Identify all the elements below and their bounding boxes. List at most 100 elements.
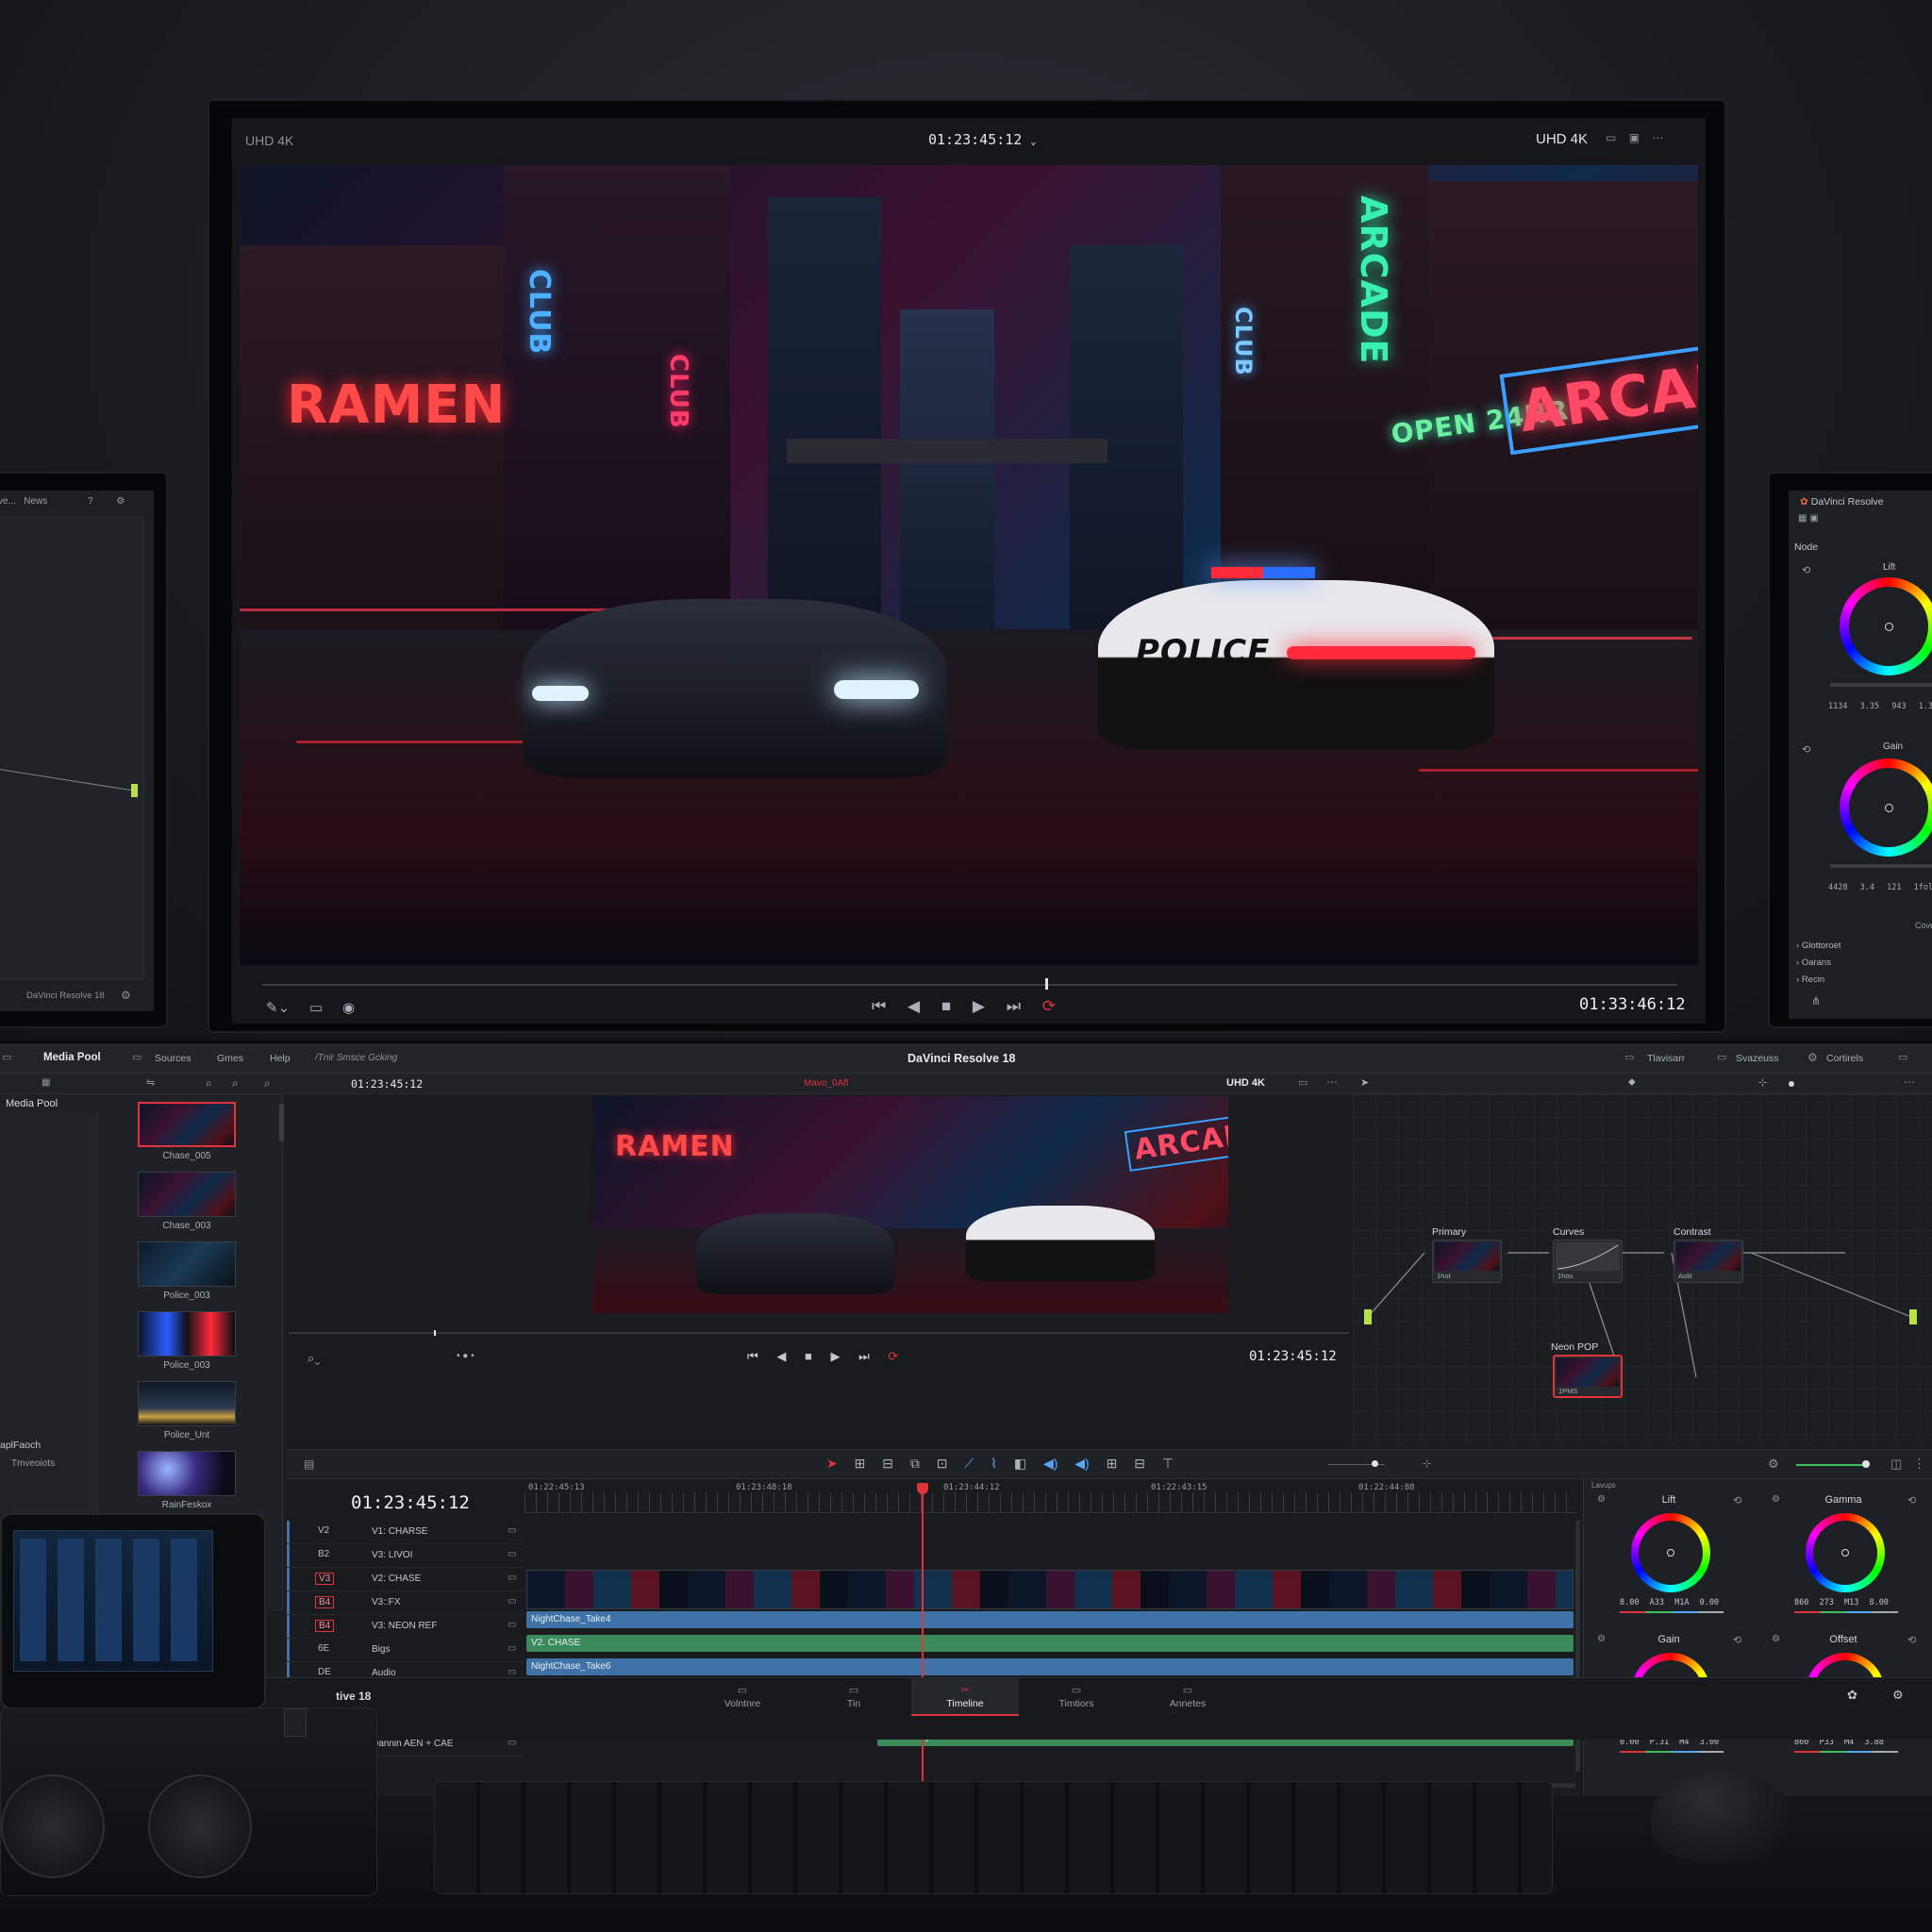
slider-knob[interactable]: [1789, 1081, 1794, 1087]
clip-name[interactable]: Mavo_0Afl: [804, 1078, 848, 1089]
audio-icon[interactable]: ◉: [342, 999, 355, 1016]
play-reverse-icon[interactable]: ◀: [908, 997, 920, 1016]
link-icon[interactable]: ⊹: [1758, 1076, 1767, 1089]
page-tab[interactable]: ▭ Tin: [800, 1678, 908, 1716]
clip-thumbnail[interactable]: [138, 1241, 236, 1287]
volume-slider[interactable]: [1796, 1464, 1866, 1466]
reset-icon[interactable]: ⟲: [1802, 564, 1810, 576]
stamp-icon[interactable]: ⊤: [1162, 1456, 1174, 1472]
chevron-down-icon[interactable]: ⌄: [1030, 137, 1036, 147]
pk-icon[interactable]: ▭: [1606, 131, 1616, 144]
list-item[interactable]: › Recin: [1796, 972, 1841, 989]
pointer-icon[interactable]: ➤: [1360, 1076, 1369, 1089]
marker-icon[interactable]: ⊞: [1107, 1456, 1118, 1472]
menu-path[interactable]: /Tnir Smsce Gcking: [315, 1053, 397, 1063]
skip-forward-icon[interactable]: ⏭: [858, 1349, 870, 1364]
blade-tool-icon[interactable]: ⧉: [910, 1456, 920, 1472]
page-tab[interactable]: ▭ Volntnre: [689, 1678, 796, 1716]
wheel-puck[interactable]: [1885, 623, 1893, 631]
dynamic-trim-icon[interactable]: ⊟: [882, 1456, 893, 1472]
flag-icon[interactable]: ◧: [1014, 1456, 1026, 1472]
more-icon[interactable]: ⋯: [1652, 131, 1663, 144]
page-tab[interactable]: ▭ Annetes: [1134, 1678, 1241, 1716]
settings-icon[interactable]: ⚙: [116, 496, 125, 507]
wheel-slider[interactable]: [1830, 864, 1932, 868]
resolve-logo-icon[interactable]: ✿: [1847, 1688, 1857, 1703]
jog-button[interactable]: [284, 1708, 307, 1737]
settings-icon[interactable]: ⚙: [1768, 1457, 1779, 1472]
select-tool-icon[interactable]: ➤: [826, 1456, 838, 1472]
reset-icon[interactable]: ⟲: [1733, 1494, 1741, 1507]
grid-icon[interactable]: ⊟: [1134, 1456, 1145, 1472]
link-icon[interactable]: ◀): [1043, 1456, 1058, 1472]
node-icon[interactable]: ⋔: [1811, 994, 1821, 1008]
video-filmstrip[interactable]: [526, 1570, 1574, 1609]
tablet-buttons[interactable]: [20, 1539, 208, 1661]
reset-icon[interactable]: ⟲: [1907, 1634, 1916, 1646]
track-id[interactable]: B2: [315, 1549, 332, 1559]
gain-color-wheel[interactable]: [1840, 758, 1932, 857]
skip-back-icon[interactable]: ⏮: [747, 1349, 758, 1364]
lift-color-wheel[interactable]: [1840, 577, 1932, 675]
menu-help[interactable]: Help: [270, 1053, 291, 1064]
view-icon[interactable]: ⇋: [146, 1076, 155, 1089]
zoom-icon[interactable]: ⌕⌄: [308, 1351, 320, 1366]
node-curves[interactable]: 1hos: [1553, 1240, 1623, 1283]
clip-thumbnail[interactable]: [138, 1102, 236, 1147]
edit-viewer-frame[interactable]: RAMEN ARCADE: [592, 1096, 1228, 1313]
track-id[interactable]: 6E: [315, 1643, 332, 1654]
mouse[interactable]: [1651, 1772, 1792, 1864]
color-wheel[interactable]: [1806, 1513, 1885, 1592]
node-primary[interactable]: 1hot: [1432, 1240, 1502, 1283]
bin-item[interactable]: Tmveoiots: [11, 1458, 55, 1469]
link-icon[interactable]: ⊹: [1423, 1457, 1431, 1470]
window-icon[interactable]: ▭: [2, 1051, 11, 1063]
track-header[interactable]: V3 V2: CHASE ▭: [287, 1568, 525, 1591]
grid-icon[interactable]: ▦: [42, 1077, 50, 1088]
timeline-clip[interactable]: NightChase_Take6: [526, 1658, 1574, 1675]
razor-icon[interactable]: ⟋: [964, 1456, 974, 1472]
loop-icon[interactable]: ⟳: [888, 1349, 898, 1364]
panel-icon[interactable]: ◫: [1890, 1457, 1902, 1472]
pointer-icon[interactable]: ⬥: [1628, 1076, 1636, 1089]
more-icon[interactable]: ⋮: [1913, 1457, 1925, 1472]
clip-thumbnail[interactable]: [138, 1451, 236, 1496]
clip-thumbnail[interactable]: [138, 1381, 236, 1426]
zoom-icon[interactable]: ⌕: [232, 1076, 239, 1091]
layout-icon[interactable]: ▣: [1809, 513, 1818, 524]
audio-link-icon[interactable]: ◀): [1074, 1456, 1089, 1472]
curve-handle[interactable]: [131, 784, 138, 797]
list-item[interactable]: › Glottoroet: [1796, 938, 1841, 955]
color-wheel[interactable]: [1631, 1513, 1710, 1592]
track-header[interactable]: 6E Bigs ▭: [287, 1639, 525, 1662]
track-id[interactable]: V3: [315, 1573, 335, 1585]
wand-icon[interactable]: ✎: [266, 999, 278, 1016]
layout-icon[interactable]: ▤: [304, 1457, 314, 1471]
search-icon[interactable]: ⌕: [206, 1076, 212, 1091]
menu-item-right[interactable]: Svazeuss: [1736, 1053, 1779, 1064]
page-tab[interactable]: ✂ Timeline: [911, 1678, 1019, 1716]
play-icon[interactable]: ▶: [830, 1349, 840, 1364]
track-id[interactable]: B4: [315, 1620, 335, 1632]
node-contrast[interactable]: Aolit: [1674, 1240, 1743, 1283]
reset-icon[interactable]: ⟲: [1907, 1494, 1916, 1507]
wheel-slider[interactable]: [1830, 683, 1932, 687]
left-menu-item[interactable]: ve...: [0, 496, 16, 507]
bin-item[interactable]: aplFaoch: [0, 1440, 41, 1451]
trackball[interactable]: [148, 1774, 252, 1878]
menu-sources[interactable]: Sources: [155, 1053, 192, 1064]
skip-back-icon[interactable]: ⏮: [872, 997, 886, 1016]
zoom-knob[interactable]: [1372, 1460, 1378, 1467]
audio-meter-icon[interactable]: • ● •: [457, 1351, 475, 1361]
gear-icon[interactable]: ⚙: [121, 989, 131, 1002]
track-toggle-icon[interactable]: ▭: [508, 1596, 516, 1607]
reset-icon[interactable]: ⟲: [1802, 743, 1810, 756]
more-icon[interactable]: ⋯: [1904, 1075, 1915, 1089]
track-header[interactable]: B2 V3: LIVOI ▭: [287, 1544, 525, 1568]
node-neon-pop[interactable]: 1PMS: [1553, 1355, 1623, 1398]
more-icon[interactable]: ⋯: [1326, 1075, 1338, 1089]
menu-item-right[interactable]: Cortirels: [1826, 1053, 1863, 1064]
search-icon[interactable]: ⌕: [264, 1076, 271, 1091]
track-id[interactable]: V2: [315, 1525, 332, 1536]
node-editor[interactable]: Primary 1hot Curves 1hos Contrast Aolit …: [1353, 1094, 1932, 1445]
